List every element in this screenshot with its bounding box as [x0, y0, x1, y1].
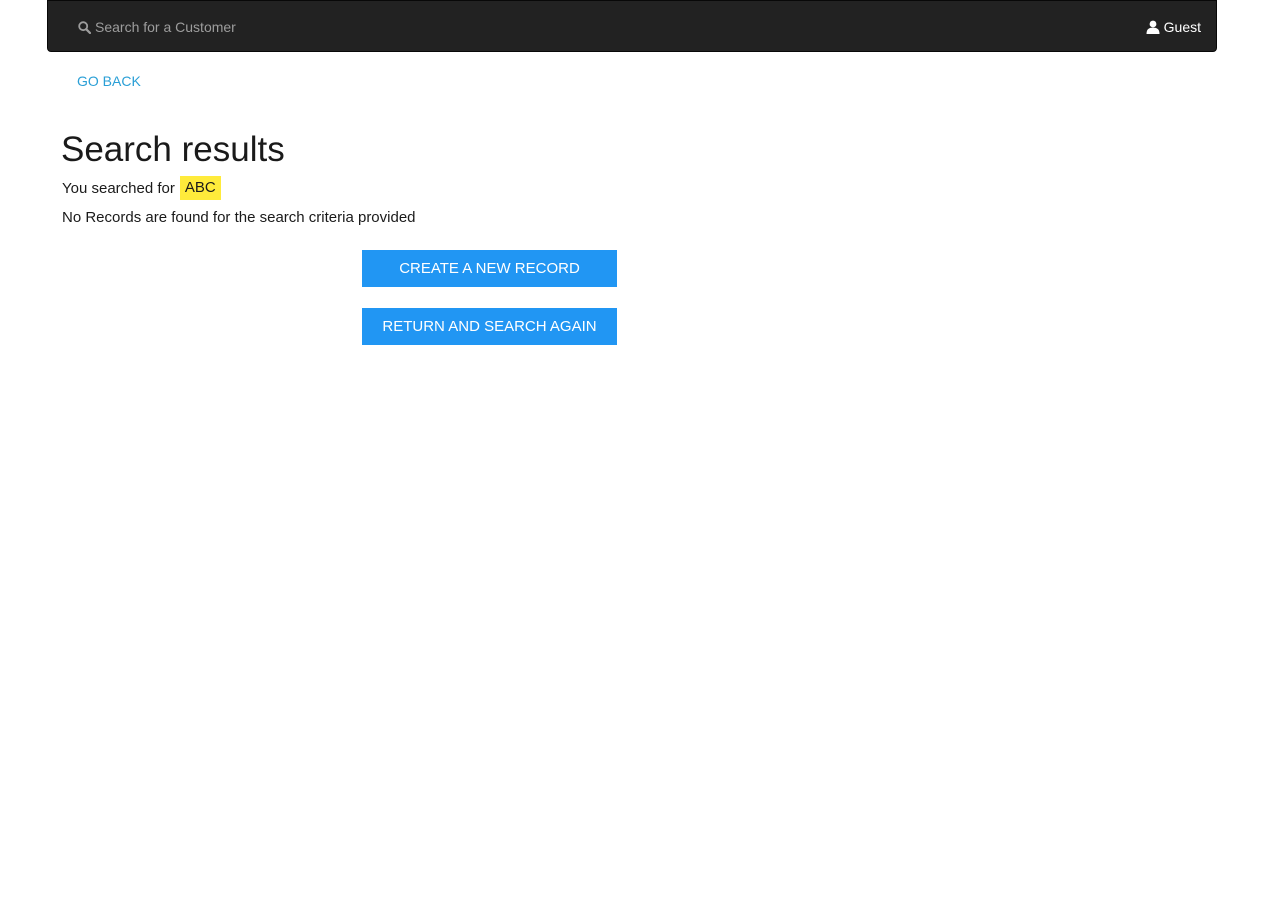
search-placeholder[interactable]: Search for a Customer: [95, 19, 236, 35]
page-title: Search results: [61, 130, 285, 169]
searched-for-line: You searched for ABC: [62, 176, 221, 200]
searched-prefix: You searched for: [62, 179, 175, 197]
user-menu[interactable]: Guest: [1146, 15, 1201, 39]
go-back-link[interactable]: GO BACK: [77, 73, 141, 89]
customer-search[interactable]: Search for a Customer: [78, 15, 236, 39]
user-icon: [1146, 20, 1160, 34]
no-records-message: No Records are found for the search crit…: [62, 209, 416, 226]
top-navbar: Search for a Customer Guest: [47, 0, 1217, 52]
search-icon: [78, 20, 91, 34]
create-new-record-button[interactable]: CREATE A NEW RECORD: [362, 250, 617, 287]
search-term-highlight: ABC: [179, 176, 221, 200]
user-name: Guest: [1163, 19, 1201, 35]
return-and-search-again-button[interactable]: RETURN AND SEARCH AGAIN: [362, 308, 617, 345]
